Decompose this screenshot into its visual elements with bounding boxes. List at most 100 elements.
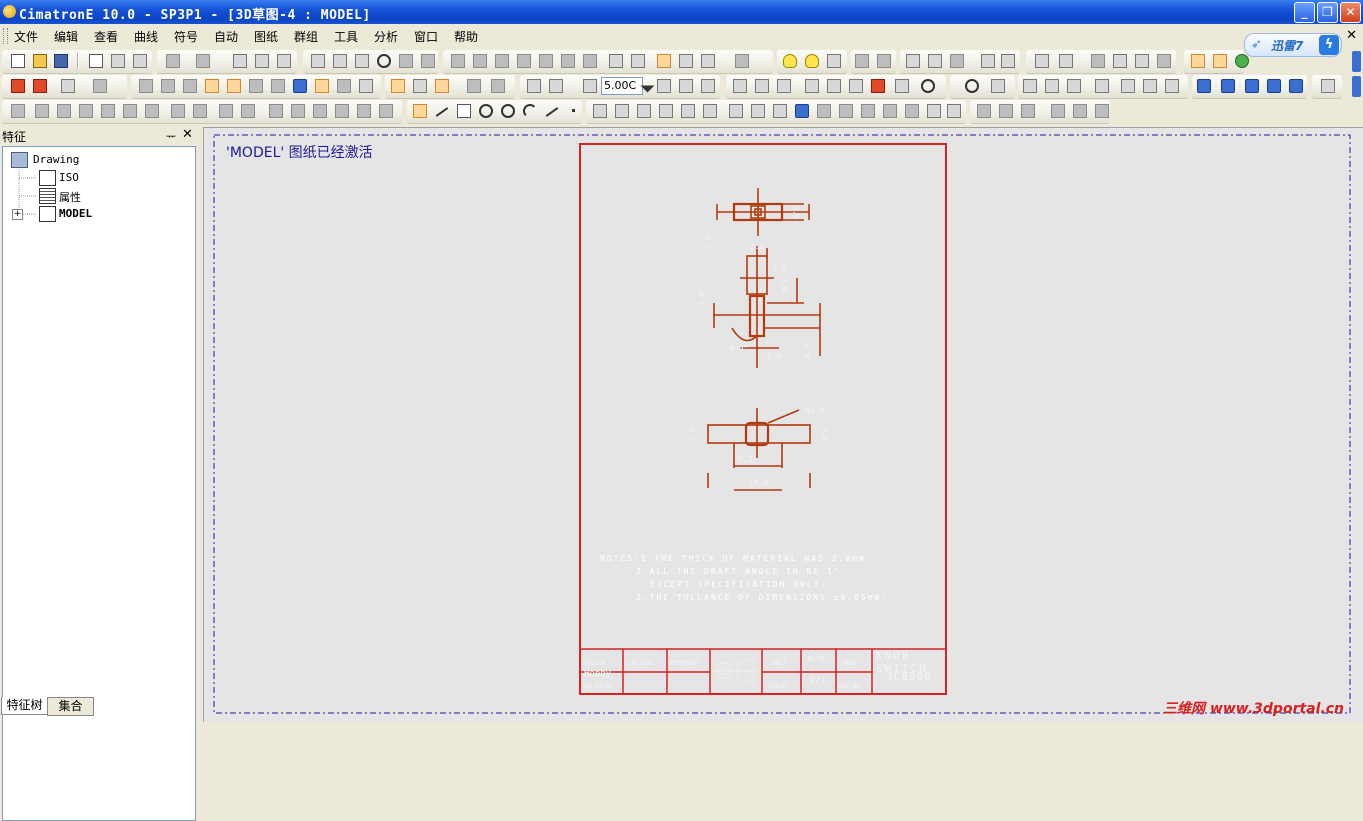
tree-node-properties[interactable]: 属性 xyxy=(59,189,81,205)
line-icon[interactable] xyxy=(434,103,450,119)
close-button[interactable]: ✕ xyxy=(1340,2,1361,23)
menu-symbol[interactable]: 符号 xyxy=(174,28,198,45)
modify-14-icon[interactable] xyxy=(882,103,898,119)
open-icon[interactable] xyxy=(32,53,48,69)
panel-close-icon[interactable]: ✕ xyxy=(182,127,193,142)
menu-analysis[interactable]: 分析 xyxy=(374,28,398,45)
toolbar-overflow-icon[interactable] xyxy=(1352,51,1361,72)
view-tool-1-icon[interactable] xyxy=(390,78,406,94)
draft-11-icon[interactable] xyxy=(358,78,374,94)
annotate-3-icon[interactable] xyxy=(776,78,792,94)
dimension-icon[interactable] xyxy=(582,78,598,94)
spline-icon[interactable] xyxy=(544,103,560,119)
feature-6-icon[interactable] xyxy=(122,103,138,119)
feature-4-icon[interactable] xyxy=(78,103,94,119)
point-icon[interactable] xyxy=(566,103,582,119)
menu-auto[interactable]: 自动 xyxy=(214,28,238,45)
drawing-canvas[interactable]: 'MODEL' 图纸已经激活 9.6 2.0 3.6 2.0 3.0 1.0 9… xyxy=(203,127,1363,722)
table-icon[interactable] xyxy=(526,78,542,94)
draft-7-icon[interactable] xyxy=(270,78,286,94)
rotate-icon[interactable] xyxy=(420,53,436,69)
assembly-4-icon[interactable] xyxy=(1266,78,1282,94)
view-top-icon[interactable] xyxy=(494,53,510,69)
view-tool-4-icon[interactable] xyxy=(466,78,482,94)
view-tool-2-icon[interactable] xyxy=(412,78,428,94)
modify-1-icon[interactable] xyxy=(592,103,608,119)
undo-icon[interactable] xyxy=(165,53,181,69)
feature-16-icon[interactable] xyxy=(356,103,372,119)
minimize-button[interactable]: _ xyxy=(1294,2,1315,23)
draft-6-icon[interactable] xyxy=(248,78,264,94)
pen-icon[interactable] xyxy=(1090,53,1106,69)
transform-6-icon[interactable] xyxy=(1094,103,1110,119)
toolbar-grip[interactable] xyxy=(3,28,8,44)
draft-1-icon[interactable] xyxy=(138,78,154,94)
menu-edit[interactable]: 编辑 xyxy=(54,28,78,45)
light-icon[interactable] xyxy=(782,53,798,69)
line-type-icon[interactable] xyxy=(1112,53,1128,69)
xunlei-bolt-icon[interactable]: ϟ xyxy=(1319,35,1339,55)
view-right-icon[interactable] xyxy=(516,53,532,69)
feature-17-icon[interactable] xyxy=(378,103,394,119)
group-icon[interactable] xyxy=(905,53,921,69)
view-iso-icon[interactable] xyxy=(450,53,466,69)
modify-17-icon[interactable] xyxy=(946,103,962,119)
view-tool-5-icon[interactable] xyxy=(490,78,506,94)
modify-8-icon[interactable] xyxy=(750,103,766,119)
menu-group[interactable]: 群组 xyxy=(294,28,318,45)
display-mode-icon[interactable] xyxy=(734,53,750,69)
menu-view[interactable]: 查看 xyxy=(94,28,118,45)
hatch-area-icon[interactable] xyxy=(990,78,1006,94)
draft-2-icon[interactable] xyxy=(160,78,176,94)
tree-node-iso[interactable]: ISO xyxy=(59,171,79,184)
pin-icon[interactable]: ᅲ xyxy=(166,128,176,144)
feature-12-icon[interactable] xyxy=(268,103,284,119)
copy-format-icon[interactable] xyxy=(980,53,996,69)
menu-curve[interactable]: 曲线 xyxy=(134,28,158,45)
view-tool-3-icon[interactable] xyxy=(434,78,450,94)
text-align-icon[interactable] xyxy=(700,78,716,94)
new-icon[interactable] xyxy=(10,53,26,69)
zoom-all-icon[interactable] xyxy=(310,53,326,69)
draft-3-icon[interactable] xyxy=(182,78,198,94)
zoom-icon[interactable] xyxy=(376,53,392,69)
view-front-icon[interactable] xyxy=(472,53,488,69)
ellipse-icon[interactable] xyxy=(500,103,516,119)
sketch-1-icon[interactable] xyxy=(1022,78,1038,94)
transform-5-icon[interactable] xyxy=(1072,103,1088,119)
wireframe-icon[interactable] xyxy=(678,53,694,69)
sketch-3-icon[interactable] xyxy=(1066,78,1082,94)
sketch-5-icon[interactable] xyxy=(1120,78,1136,94)
menu-help[interactable]: 帮助 xyxy=(454,28,478,45)
modify-9-icon[interactable] xyxy=(772,103,788,119)
assembly-1-icon[interactable] xyxy=(1196,78,1212,94)
modify-5-icon[interactable] xyxy=(680,103,696,119)
pan-icon[interactable] xyxy=(398,53,414,69)
view-left-icon[interactable] xyxy=(560,53,576,69)
save-icon[interactable] xyxy=(53,53,69,69)
back-icon[interactable] xyxy=(854,53,870,69)
restore-button[interactable]: ❐ xyxy=(1317,2,1338,23)
layers-icon[interactable] xyxy=(1000,53,1016,69)
arc-icon[interactable] xyxy=(522,103,538,119)
draft-8-icon[interactable] xyxy=(292,78,308,94)
weld-icon[interactable] xyxy=(870,78,886,94)
feature-14-icon[interactable] xyxy=(312,103,328,119)
sketch-6-icon[interactable] xyxy=(1142,78,1158,94)
font-icon[interactable] xyxy=(656,78,672,94)
transform-1-icon[interactable] xyxy=(976,103,992,119)
copy-icon[interactable] xyxy=(276,53,292,69)
snap-point-icon[interactable] xyxy=(1212,53,1228,69)
pointer-icon[interactable] xyxy=(412,103,428,119)
circle-icon[interactable] xyxy=(478,103,494,119)
annotate-1-icon[interactable] xyxy=(732,78,748,94)
link-icon[interactable] xyxy=(232,53,248,69)
delete-icon[interactable] xyxy=(32,78,48,94)
view-back-icon[interactable] xyxy=(538,53,554,69)
light-select-icon[interactable] xyxy=(826,53,842,69)
shaded-icon[interactable] xyxy=(656,53,672,69)
menu-drawing[interactable]: 图纸 xyxy=(254,28,278,45)
xunlei-widget[interactable]: ➶ 迅雷7 ϟ xyxy=(1244,33,1342,57)
extra-icon[interactable] xyxy=(1320,78,1336,94)
draft-10-icon[interactable] xyxy=(336,78,352,94)
